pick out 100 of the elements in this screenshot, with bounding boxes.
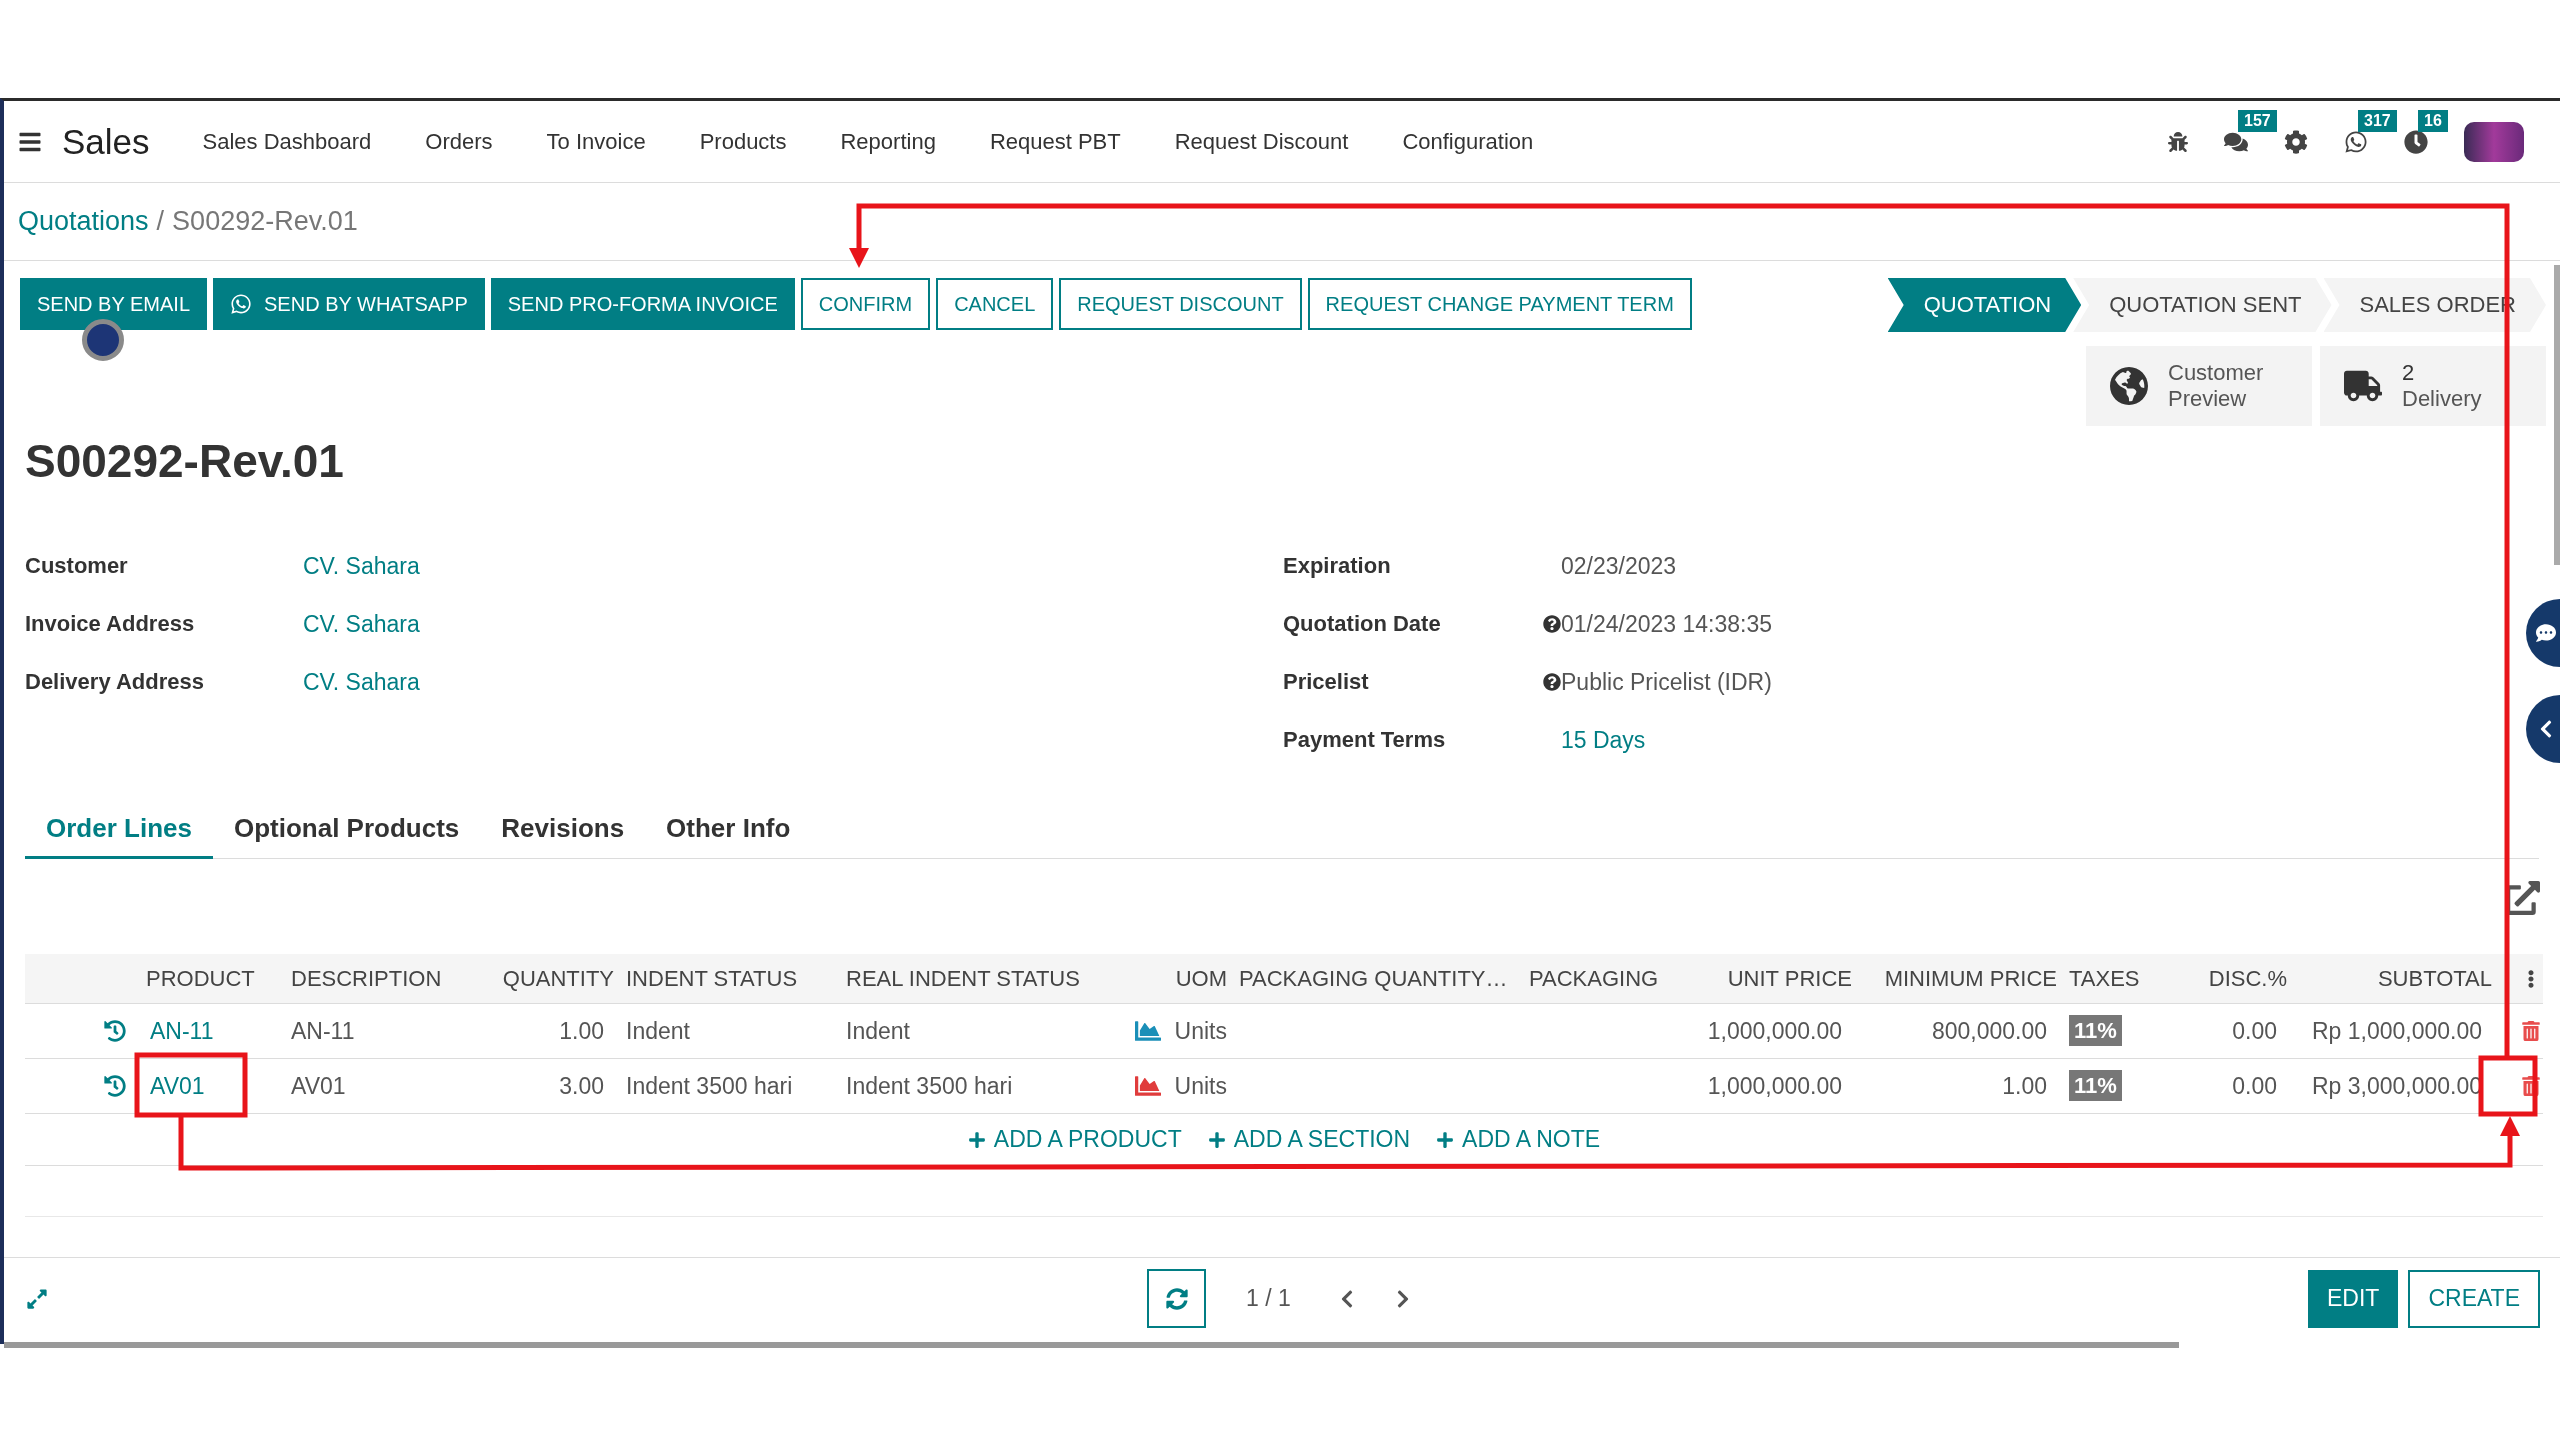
action-button[interactable]: CANCEL	[936, 278, 1054, 330]
refresh-button[interactable]	[1147, 1269, 1207, 1328]
chat-icon	[2536, 623, 2556, 643]
column-header[interactable]: REAL INDENT STATUS	[840, 965, 1103, 992]
nav-item[interactable]: Products	[672, 128, 814, 155]
record-title: S00292-Rev.01	[25, 434, 345, 488]
column-header[interactable]: INDENT STATUS	[620, 965, 840, 992]
history-icon[interactable]	[104, 1020, 126, 1042]
nav-item[interactable]: Orders	[398, 128, 520, 155]
field-link[interactable]: CV. Sahara	[303, 610, 420, 638]
nav-item[interactable]: Request PBT	[962, 128, 1148, 155]
footer-button[interactable]: CREATE	[2408, 1269, 2540, 1328]
history-icon[interactable]	[104, 1075, 126, 1097]
smart-button-label: Delivery	[2402, 386, 2483, 413]
refresh-icon	[1165, 1287, 1188, 1310]
field-link[interactable]: 15 Days	[1561, 726, 1646, 754]
settings-icon[interactable]	[2284, 129, 2308, 154]
smart-button-count: 2	[2402, 359, 2416, 386]
smart-button[interactable]: Customer Preview	[2086, 346, 2312, 426]
smart-button[interactable]: 2 Delivery	[2320, 346, 2546, 426]
breadcrumb-link[interactable]: Quotations	[18, 206, 149, 237]
breadcrumb-current: S00292-Rev.01	[172, 206, 358, 237]
nav-item[interactable]: Request Discount	[1147, 128, 1376, 155]
cursor-dot	[82, 319, 124, 361]
plus-icon	[1207, 1130, 1226, 1149]
product-link[interactable]: AV01	[150, 1072, 205, 1100]
column-header[interactable]: PACKAGING	[1523, 965, 1663, 992]
action-button[interactable]: SEND PRO-FORMA INVOICE	[490, 278, 795, 330]
table-cell-text: 1.00	[2001, 1072, 2048, 1100]
help-icon[interactable]	[1543, 672, 1561, 692]
field-label: Pricelist	[1283, 669, 1370, 695]
whatsapp-icon[interactable]	[2344, 129, 2368, 154]
pager-value: 1 / 1	[1246, 1285, 1291, 1312]
nav-item[interactable]: To Invoice	[519, 128, 673, 155]
scrollbar[interactable]	[2554, 265, 2560, 565]
tab[interactable]: Optional Products	[212, 801, 481, 859]
area-chart-icon[interactable]	[1134, 1018, 1161, 1044]
action-button[interactable]: SEND BY EMAIL	[20, 278, 208, 330]
column-header[interactable]: DISC.%	[2183, 965, 2293, 992]
product-link[interactable]: AN-11	[150, 1017, 214, 1045]
footer-button[interactable]: EDIT	[2308, 1269, 2399, 1328]
column-header[interactable]: UNIT PRICE	[1663, 965, 1858, 992]
table-cell-text: Rp 1,000,000.00	[2310, 1017, 2483, 1045]
field-label: Expiration	[1283, 553, 1392, 579]
globe-icon	[2110, 364, 2148, 408]
action-button[interactable]: REQUEST DISCOUNT	[1059, 278, 1302, 330]
tax-tag: 11%	[2069, 1070, 2122, 1101]
table-cell-text: 800,000.00	[1930, 1017, 2048, 1045]
expand-icon[interactable]	[26, 1287, 48, 1310]
column-header[interactable]: TAXES	[2063, 965, 2183, 992]
table-cell-text: Indent	[625, 1017, 691, 1045]
column-header[interactable]: SUBTOTAL	[2293, 965, 2498, 992]
column-header[interactable]: DESCRIPTION	[285, 965, 480, 992]
column-header[interactable]: PRODUCT	[140, 965, 285, 992]
plus-icon	[1436, 1130, 1455, 1149]
add-line-link[interactable]: ADD A NOTE	[1436, 1126, 1601, 1153]
table-cell-text: 1.00	[558, 1017, 605, 1045]
field-link[interactable]: CV. Sahara	[303, 668, 420, 696]
avatar-placeholder[interactable]	[2464, 121, 2524, 162]
smart-button-label: Customer Preview	[2168, 359, 2265, 413]
field-label: Payment Terms	[1283, 727, 1447, 753]
status-step[interactable]: QUOTATION	[1887, 278, 2082, 332]
nav-item[interactable]: Reporting	[813, 128, 963, 155]
field-link[interactable]: CV. Sahara	[303, 552, 420, 580]
delete-icon[interactable]	[2520, 1021, 2541, 1041]
tab[interactable]: Other Info	[645, 801, 812, 859]
breadcrumb-separator: /	[156, 206, 165, 237]
column-header[interactable]: QUANTITY	[480, 965, 620, 992]
action-button[interactable]: REQUEST CHANGE PAYMENT TERM	[1307, 278, 1692, 330]
nav-item[interactable]: Configuration	[1375, 128, 1561, 155]
table-cell-text: AN-11	[290, 1017, 356, 1045]
tab[interactable]: Revisions	[480, 801, 646, 859]
bug-icon[interactable]	[2168, 131, 2188, 152]
count-badge: 16	[2418, 109, 2448, 132]
count-badge: 317	[2358, 109, 2397, 132]
field-label: Delivery Address	[25, 669, 205, 695]
count-badge: 157	[2238, 109, 2277, 132]
field-value: 01/24/2023 14:38:35	[1561, 610, 1773, 638]
table-cell-text: 1,000,000.00	[1706, 1017, 1843, 1045]
delete-icon[interactable]	[2520, 1076, 2541, 1096]
tab[interactable]: Order Lines	[25, 801, 213, 859]
action-button[interactable]: CONFIRM	[800, 278, 931, 330]
help-icon[interactable]	[1543, 614, 1561, 634]
add-line-link[interactable]: ADD A PRODUCT	[967, 1126, 1182, 1153]
action-button[interactable]: SEND BY WHATSAPP	[213, 278, 485, 330]
area-chart-icon[interactable]	[1134, 1073, 1161, 1099]
column-header[interactable]: PACKAGING QUANTITY…	[1233, 965, 1523, 992]
table-cell-text: Indent 3500 hari	[625, 1072, 794, 1100]
scrollbar[interactable]	[4, 1342, 2179, 1348]
column-header[interactable]: UOM	[1103, 965, 1233, 992]
tax-tag: 11%	[2069, 1015, 2122, 1046]
column-header[interactable]: MINIMUM PRICE	[1858, 965, 2063, 992]
add-line-link[interactable]: ADD A SECTION	[1207, 1126, 1411, 1153]
nav-item[interactable]: Sales Dashboard	[175, 128, 399, 155]
plus-icon	[967, 1130, 986, 1149]
clock-icon[interactable]	[2404, 129, 2428, 154]
table-cell-text: 0.00	[2231, 1017, 2278, 1045]
whatsapp-icon	[230, 293, 253, 315]
app-name: Sales	[62, 121, 150, 162]
status-step[interactable]: QUOTATION SENT	[2073, 278, 2332, 332]
